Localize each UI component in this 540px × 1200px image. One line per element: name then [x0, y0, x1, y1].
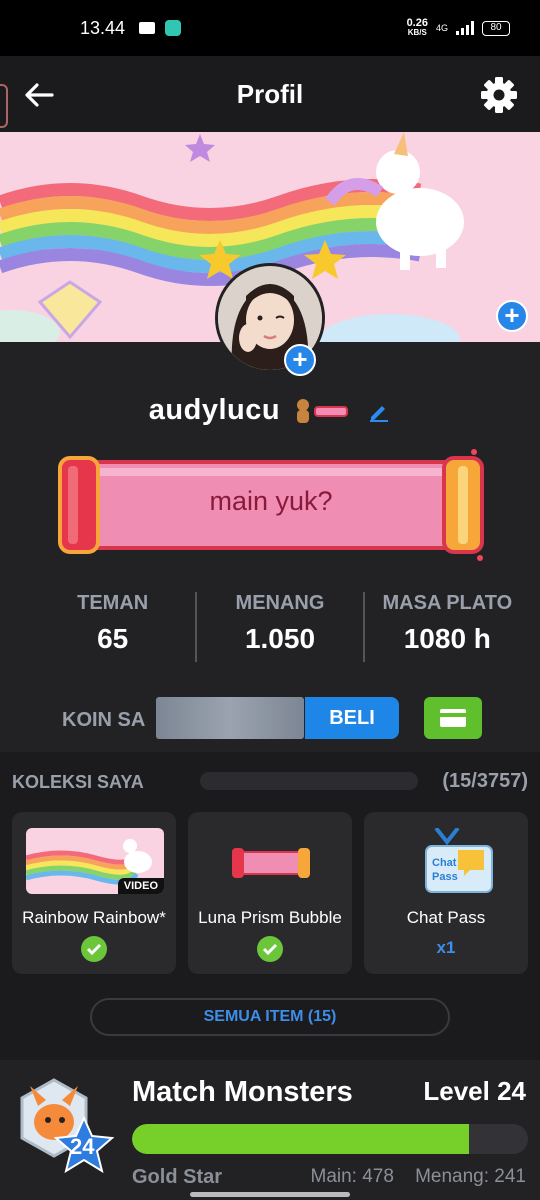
arrow-left-icon[interactable] [22, 78, 56, 112]
svg-text:Pass: Pass [432, 871, 458, 883]
coin-row: KOIN SA BELI [0, 697, 540, 741]
banner-add-button[interactable]: + [496, 300, 528, 332]
coin-balance-redacted [156, 697, 304, 739]
game-plays: Main: 478 [310, 1166, 394, 1187]
battery-icon: 80 [482, 20, 510, 36]
game-row-match-monsters[interactable]: 24 Match Monsters Level 24 Gold Star Mai… [0, 1060, 540, 1200]
status-bar: 13.44 0.26 KB/S 4G 80 [0, 0, 540, 56]
stat-play-time: MASA PLATO 1080 h [362, 592, 530, 662]
coin-label: KOIN SA [62, 709, 146, 731]
item-quantity: x1 [436, 938, 456, 957]
item-thumbnail: VIDEO [26, 828, 164, 894]
signal-icon [456, 21, 474, 35]
profile-screen: 13.44 0.26 KB/S 4G 80 Profil + + audyluc… [0, 0, 540, 1200]
collection-item-luna-prism[interactable]: Luna Prism Bubble [188, 812, 352, 974]
game-stats: Main: 478 Menang: 241 [311, 1166, 527, 1188]
gear-icon[interactable] [480, 76, 518, 114]
level-progress-bar [132, 1124, 528, 1154]
collection-item-rainbow[interactable]: VIDEO Rainbow Rainbow* [12, 812, 176, 974]
buy-button[interactable]: BELI [305, 697, 399, 739]
status-bubble[interactable]: main yuk? [56, 448, 486, 562]
collection-title: KOLEKSI SAYA [12, 772, 144, 792]
gingerbread-badge-icon [296, 399, 348, 424]
item-name: Luna Prism Bubble [198, 908, 342, 927]
app-notification-icon [165, 20, 182, 36]
edit-icon[interactable] [367, 399, 391, 423]
side-panel-handle[interactable] [0, 84, 8, 128]
game-level: Level 24 [423, 1076, 526, 1106]
game-name: Match Monsters [132, 1076, 353, 1108]
monster-icon [20, 1078, 115, 1174]
all-items-button[interactable]: SEMUA ITEM (15) [90, 998, 450, 1036]
item-name: Rainbow Rainbow* [22, 908, 166, 927]
profile-stats: TEMAN 65 MENANG 1.050 MASA PLATO 1080 h [30, 592, 530, 662]
check-icon [81, 936, 107, 962]
username-row: audylucu [0, 394, 540, 427]
svg-text:Chat: Chat [432, 857, 457, 869]
my-collection: KOLEKSI SAYA (15/3757) VIDEO Rainbow Rai… [0, 752, 540, 1060]
game-rank: Gold Star [132, 1166, 223, 1188]
collection-progress [200, 772, 418, 790]
stat-friends[interactable]: TEMAN 65 [30, 592, 195, 662]
item-thumbnail [202, 828, 340, 894]
home-indicator [190, 1192, 350, 1197]
check-icon [257, 936, 283, 962]
video-tag: VIDEO [117, 878, 164, 894]
collection-count: (15/3757) [442, 770, 528, 792]
app-header: Profil [0, 56, 540, 132]
item-thumbnail: Chat Pass [378, 828, 516, 894]
game-wins: Menang: 241 [415, 1166, 526, 1187]
status-time: 13.44 [80, 17, 126, 38]
page-title: Profil [236, 78, 304, 109]
item-name: Chat Pass [406, 908, 486, 927]
wallet-button[interactable] [424, 697, 482, 739]
level-progress-fill [132, 1124, 469, 1154]
network-type: 4G [435, 23, 448, 33]
collection-item-chat-pass[interactable]: Chat Pass Chat Pass x1 [364, 812, 528, 974]
wallet-icon [440, 709, 466, 727]
username: audylucu [148, 394, 281, 426]
network-speed: 0.26 KB/S [406, 17, 428, 38]
status-message: main yuk? [209, 486, 333, 516]
game-badge-level: 24 [70, 1134, 95, 1159]
chat-pass-icon: Chat Pass [425, 828, 493, 893]
stat-wins: MENANG 1.050 [195, 592, 362, 662]
avatar-add-button[interactable]: + [284, 344, 316, 376]
mail-icon [139, 22, 156, 34]
game-badge: 24 [14, 1076, 120, 1176]
